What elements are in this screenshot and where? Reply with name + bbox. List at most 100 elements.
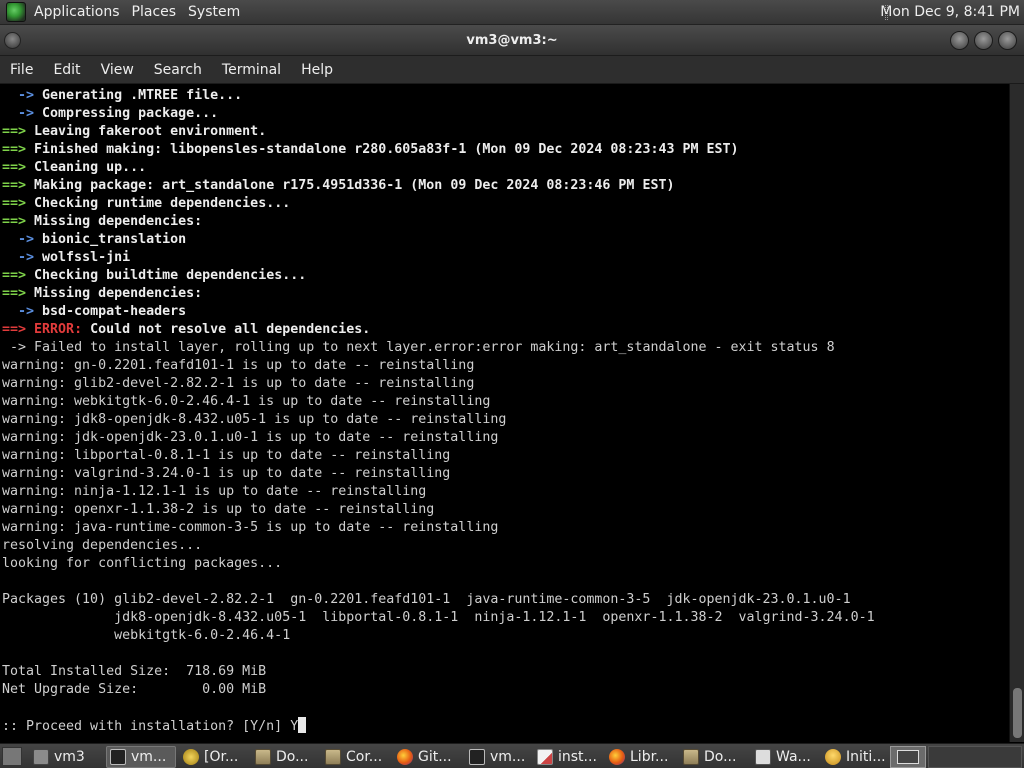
places-menu[interactable]: Places [126, 0, 183, 25]
line-prefix: ==> [2, 178, 27, 193]
taskbar-task[interactable]: Initi... [822, 746, 888, 768]
taskbar-task[interactable]: Cor... [322, 746, 390, 768]
terminal-line: warning: glib2-devel-2.82.2-1 is up to d… [2, 375, 474, 393]
line-text: resolving dependencies... [2, 538, 203, 553]
taskbar-task-label: Do... [276, 749, 309, 765]
line-prefix: -> [2, 88, 35, 103]
taskbar-task[interactable]: Libr... [606, 746, 676, 768]
terminal-line: -> Failed to install layer, rolling up t… [2, 339, 835, 357]
line-text: warning: java-runtime-common-3-5 is up t… [2, 520, 499, 535]
bottom-taskbar: vm3 vm... [Or... Do... Cor... Git... vm... inst… [0, 743, 1024, 768]
taskbar-task[interactable]: inst... [534, 746, 602, 768]
minimize-button[interactable] [950, 31, 969, 50]
line-prefix: ==> [2, 160, 27, 175]
taskbar-task[interactable]: Do... [252, 746, 318, 768]
line-text: warning: valgrind-3.24.0-1 is up to date… [2, 466, 451, 481]
line-text: Making package: art_standalone r175.4951… [26, 178, 675, 193]
line-text: warning: ninja-1.12.1-1 is up to date --… [2, 484, 427, 499]
scrollbar-thumb[interactable] [1013, 688, 1022, 738]
menu-terminal[interactable]: Terminal [212, 56, 291, 84]
terminal-menubar: File Edit View Search Terminal Help [0, 56, 1024, 84]
line-text: bsd-compat-headers [34, 304, 187, 319]
help-icon [183, 749, 199, 765]
line-text: Compressing package... [34, 106, 219, 121]
taskbar-task[interactable]: vm... [466, 746, 530, 768]
terminal-line: ==> Checking buildtime dependencies... [2, 267, 306, 285]
line-text: Total Installed Size: 718.69 MiB [2, 664, 267, 679]
line-text: warning: webkitgtk-6.0-2.46.4-1 is up to… [2, 394, 491, 409]
taskbar-task-label: Git... [418, 749, 452, 765]
text-cursor [298, 717, 307, 733]
text-editor-icon [537, 749, 553, 765]
menu-help[interactable]: Help [291, 56, 343, 84]
terminal-line: warning: libportal-0.8.1-1 is up to date… [2, 447, 450, 465]
line-prefix: ==> [2, 142, 27, 157]
taskbar-task[interactable]: [Or... [180, 746, 248, 768]
firefox-icon [397, 749, 413, 765]
workspace-2[interactable] [928, 746, 1022, 768]
line-prefix: -> [2, 250, 35, 265]
maximize-button[interactable] [974, 31, 993, 50]
taskbar-task[interactable]: vm... [106, 746, 176, 768]
folder-icon [255, 749, 271, 765]
firefox-icon [609, 749, 625, 765]
show-desktop-icon[interactable] [2, 747, 22, 766]
terminal-line: jdk8-openjdk-8.432.u05-1 libportal-0.8.1… [2, 609, 875, 627]
terminal-output[interactable]: -> Generating .MTREE file... -> Compress… [0, 84, 1009, 742]
taskbar-task-label: inst... [558, 749, 597, 765]
taskbar-task[interactable]: Do... [680, 746, 748, 768]
line-prefix: ==> [2, 268, 27, 283]
terminal-line: ==> Cleaning up... [2, 159, 146, 177]
terminal-line: -> Generating .MTREE file... [2, 87, 242, 105]
menu-view[interactable]: View [91, 56, 144, 84]
terminal-line: looking for conflicting packages... [2, 555, 282, 573]
line-text: Could not resolve all dependencies. [82, 322, 371, 337]
menu-search[interactable]: Search [144, 56, 212, 84]
line-prefix: ==> [2, 322, 27, 337]
taskbar-task[interactable]: Git... [394, 746, 462, 768]
terminal-line: Net Upgrade Size: 0.00 MiB [2, 681, 266, 699]
terminal-line: -> bionic_translation [2, 231, 186, 249]
terminal-line: warning: java-runtime-common-3-5 is up t… [2, 519, 498, 537]
taskbar-task-label: vm3 [54, 749, 85, 765]
distro-logo-icon[interactable] [6, 2, 26, 22]
terminal-line: -> wolfssl-jni [2, 249, 130, 267]
taskbar-task[interactable]: Wa... [752, 746, 818, 768]
taskbar-task-label: vm... [490, 749, 526, 765]
taskbar-task-label: [Or... [204, 749, 239, 765]
line-text: jdk8-openjdk-8.432.u05-1 libportal-0.8.1… [2, 610, 875, 625]
line-text: Net Upgrade Size: 0.00 MiB [2, 682, 267, 697]
folder-icon [325, 749, 341, 765]
clock[interactable]: Mon Dec 9, 8:41 PM [880, 0, 1020, 25]
line-prefix: -> [2, 304, 35, 319]
window-titlebar[interactable]: vm3@vm3:~ [0, 25, 1024, 56]
taskbar-task-label: Do... [704, 749, 737, 765]
terminal-scrollbar[interactable] [1009, 84, 1024, 742]
terminal-line: warning: gn-0.2201.feafd101-1 is up to d… [2, 357, 474, 375]
line-prefix: ==> [2, 124, 27, 139]
terminal-line: warning: valgrind-3.24.0-1 is up to date… [2, 465, 450, 483]
line-text: warning: jdk8-openjdk-8.432.u05-1 is up … [2, 412, 507, 427]
error-label: ERROR: [26, 322, 83, 337]
terminal-line: ==> ERROR: Could not resolve all depende… [2, 321, 370, 339]
terminal-line: warning: jdk8-openjdk-8.432.u05-1 is up … [2, 411, 506, 429]
line-text: warning: libportal-0.8.1-1 is up to date… [2, 448, 451, 463]
line-prefix: -> [2, 340, 27, 355]
line-text: Missing dependencies: [26, 286, 203, 301]
system-menu[interactable]: System [182, 0, 246, 25]
taskbar-task-label: Initi... [846, 749, 886, 765]
line-prefix: -> [2, 106, 35, 121]
terminal-line: warning: webkitgtk-6.0-2.46.4-1 is up to… [2, 393, 490, 411]
line-text: warning: jdk-openjdk-23.0.1.u0-1 is up t… [2, 430, 499, 445]
close-button[interactable] [998, 31, 1017, 50]
line-text: :: Proceed with installation? [Y/n] Y [2, 719, 299, 734]
terminal-line: :: Proceed with installation? [Y/n] Y [2, 717, 307, 735]
menu-file[interactable]: File [0, 56, 43, 84]
taskbar-task[interactable]: vm3 [30, 746, 102, 768]
applications-menu[interactable]: Applications [28, 0, 126, 25]
workspace-1[interactable] [890, 746, 926, 768]
line-text: Generating .MTREE file... [34, 88, 243, 103]
line-prefix: -> [2, 232, 35, 247]
taskbar-task-label: Cor... [346, 749, 383, 765]
menu-edit[interactable]: Edit [43, 56, 90, 84]
